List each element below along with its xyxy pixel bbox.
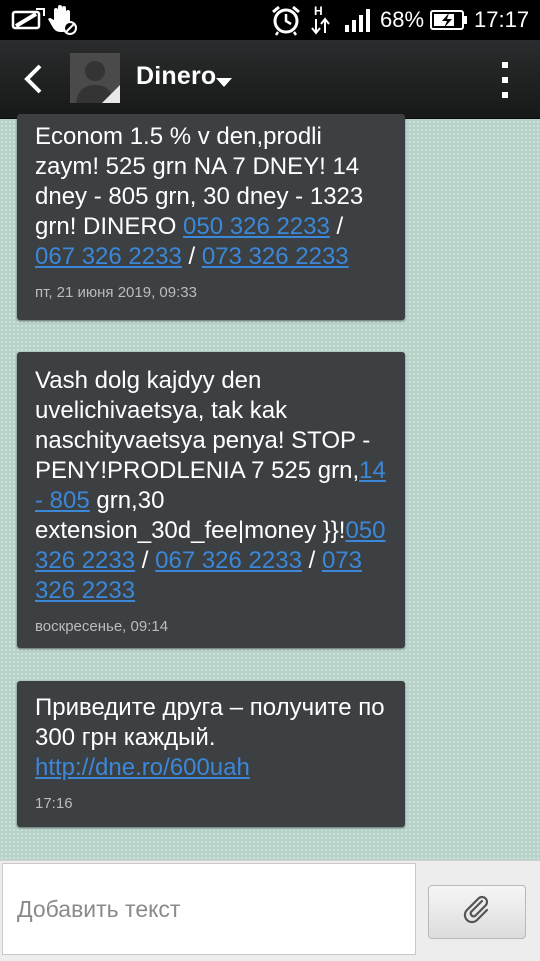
sd-card-icon	[10, 0, 46, 40]
message-timestamp: пт, 21 июня 2019, 09:33	[35, 284, 197, 301]
message-link[interactable]: 073 326 2233	[202, 243, 349, 270]
alarm-icon	[270, 0, 302, 40]
message-bubble[interactable]: Vash dolg kajdyy den uvelichivaetsya, ta…	[17, 352, 405, 648]
message-timestamp: 17:16	[35, 795, 73, 812]
message-text: Econom 1.5 % v den,prodli zaym! 525 grn …	[35, 122, 387, 272]
paperclip-icon	[462, 895, 492, 930]
message-text: Vash dolg kajdyy den uvelichivaetsya, ta…	[35, 366, 387, 606]
message-timestamp: воскресенье, 09:14	[35, 618, 169, 635]
message-text-segment: Приведите друга – получите по 300 грн ка…	[35, 694, 385, 751]
message-text-segment: /	[181, 243, 202, 270]
avatar[interactable]	[70, 53, 120, 103]
compose-bar	[0, 860, 540, 961]
message-text-segment: /	[135, 547, 156, 574]
message-text-segment: /	[301, 547, 322, 574]
message-bubble[interactable]: Econom 1.5 % v den,prodli zaym! 525 grn …	[17, 114, 405, 320]
action-bar: Dinero	[0, 40, 540, 119]
message-bubble[interactable]: Приведите друга – получите по 300 грн ка…	[17, 681, 405, 827]
message-text-segment: /	[329, 213, 344, 240]
message-text: Приведите друга – получите по 300 грн ка…	[35, 693, 387, 783]
attach-button[interactable]	[428, 885, 526, 939]
svg-text:H: H	[314, 4, 323, 18]
message-link[interactable]: 067 326 2233	[155, 547, 302, 574]
back-arrow-icon[interactable]	[18, 62, 52, 96]
overflow-menu-icon[interactable]	[500, 60, 510, 100]
contact-name[interactable]: Dinero	[136, 62, 216, 91]
battery-percent: 68%	[380, 7, 425, 32]
dropdown-caret-icon[interactable]	[216, 75, 232, 93]
hand-blocked-icon	[48, 0, 78, 40]
message-link[interactable]: http://dne.ro/600uah	[35, 754, 250, 781]
message-input[interactable]	[2, 863, 416, 955]
status-bar: H 68% 17:17	[0, 0, 540, 40]
message-link[interactable]: 067 326 2233	[35, 243, 182, 270]
clock: 17:17	[474, 7, 530, 32]
message-link[interactable]: 050 326 2233	[183, 213, 330, 240]
battery-charging-icon	[429, 0, 469, 40]
signal-icon	[344, 0, 374, 40]
network-arrows-icon: H	[310, 0, 332, 40]
message-text-segment: Vash dolg kajdyy den uvelichivaetsya, ta…	[35, 367, 371, 484]
